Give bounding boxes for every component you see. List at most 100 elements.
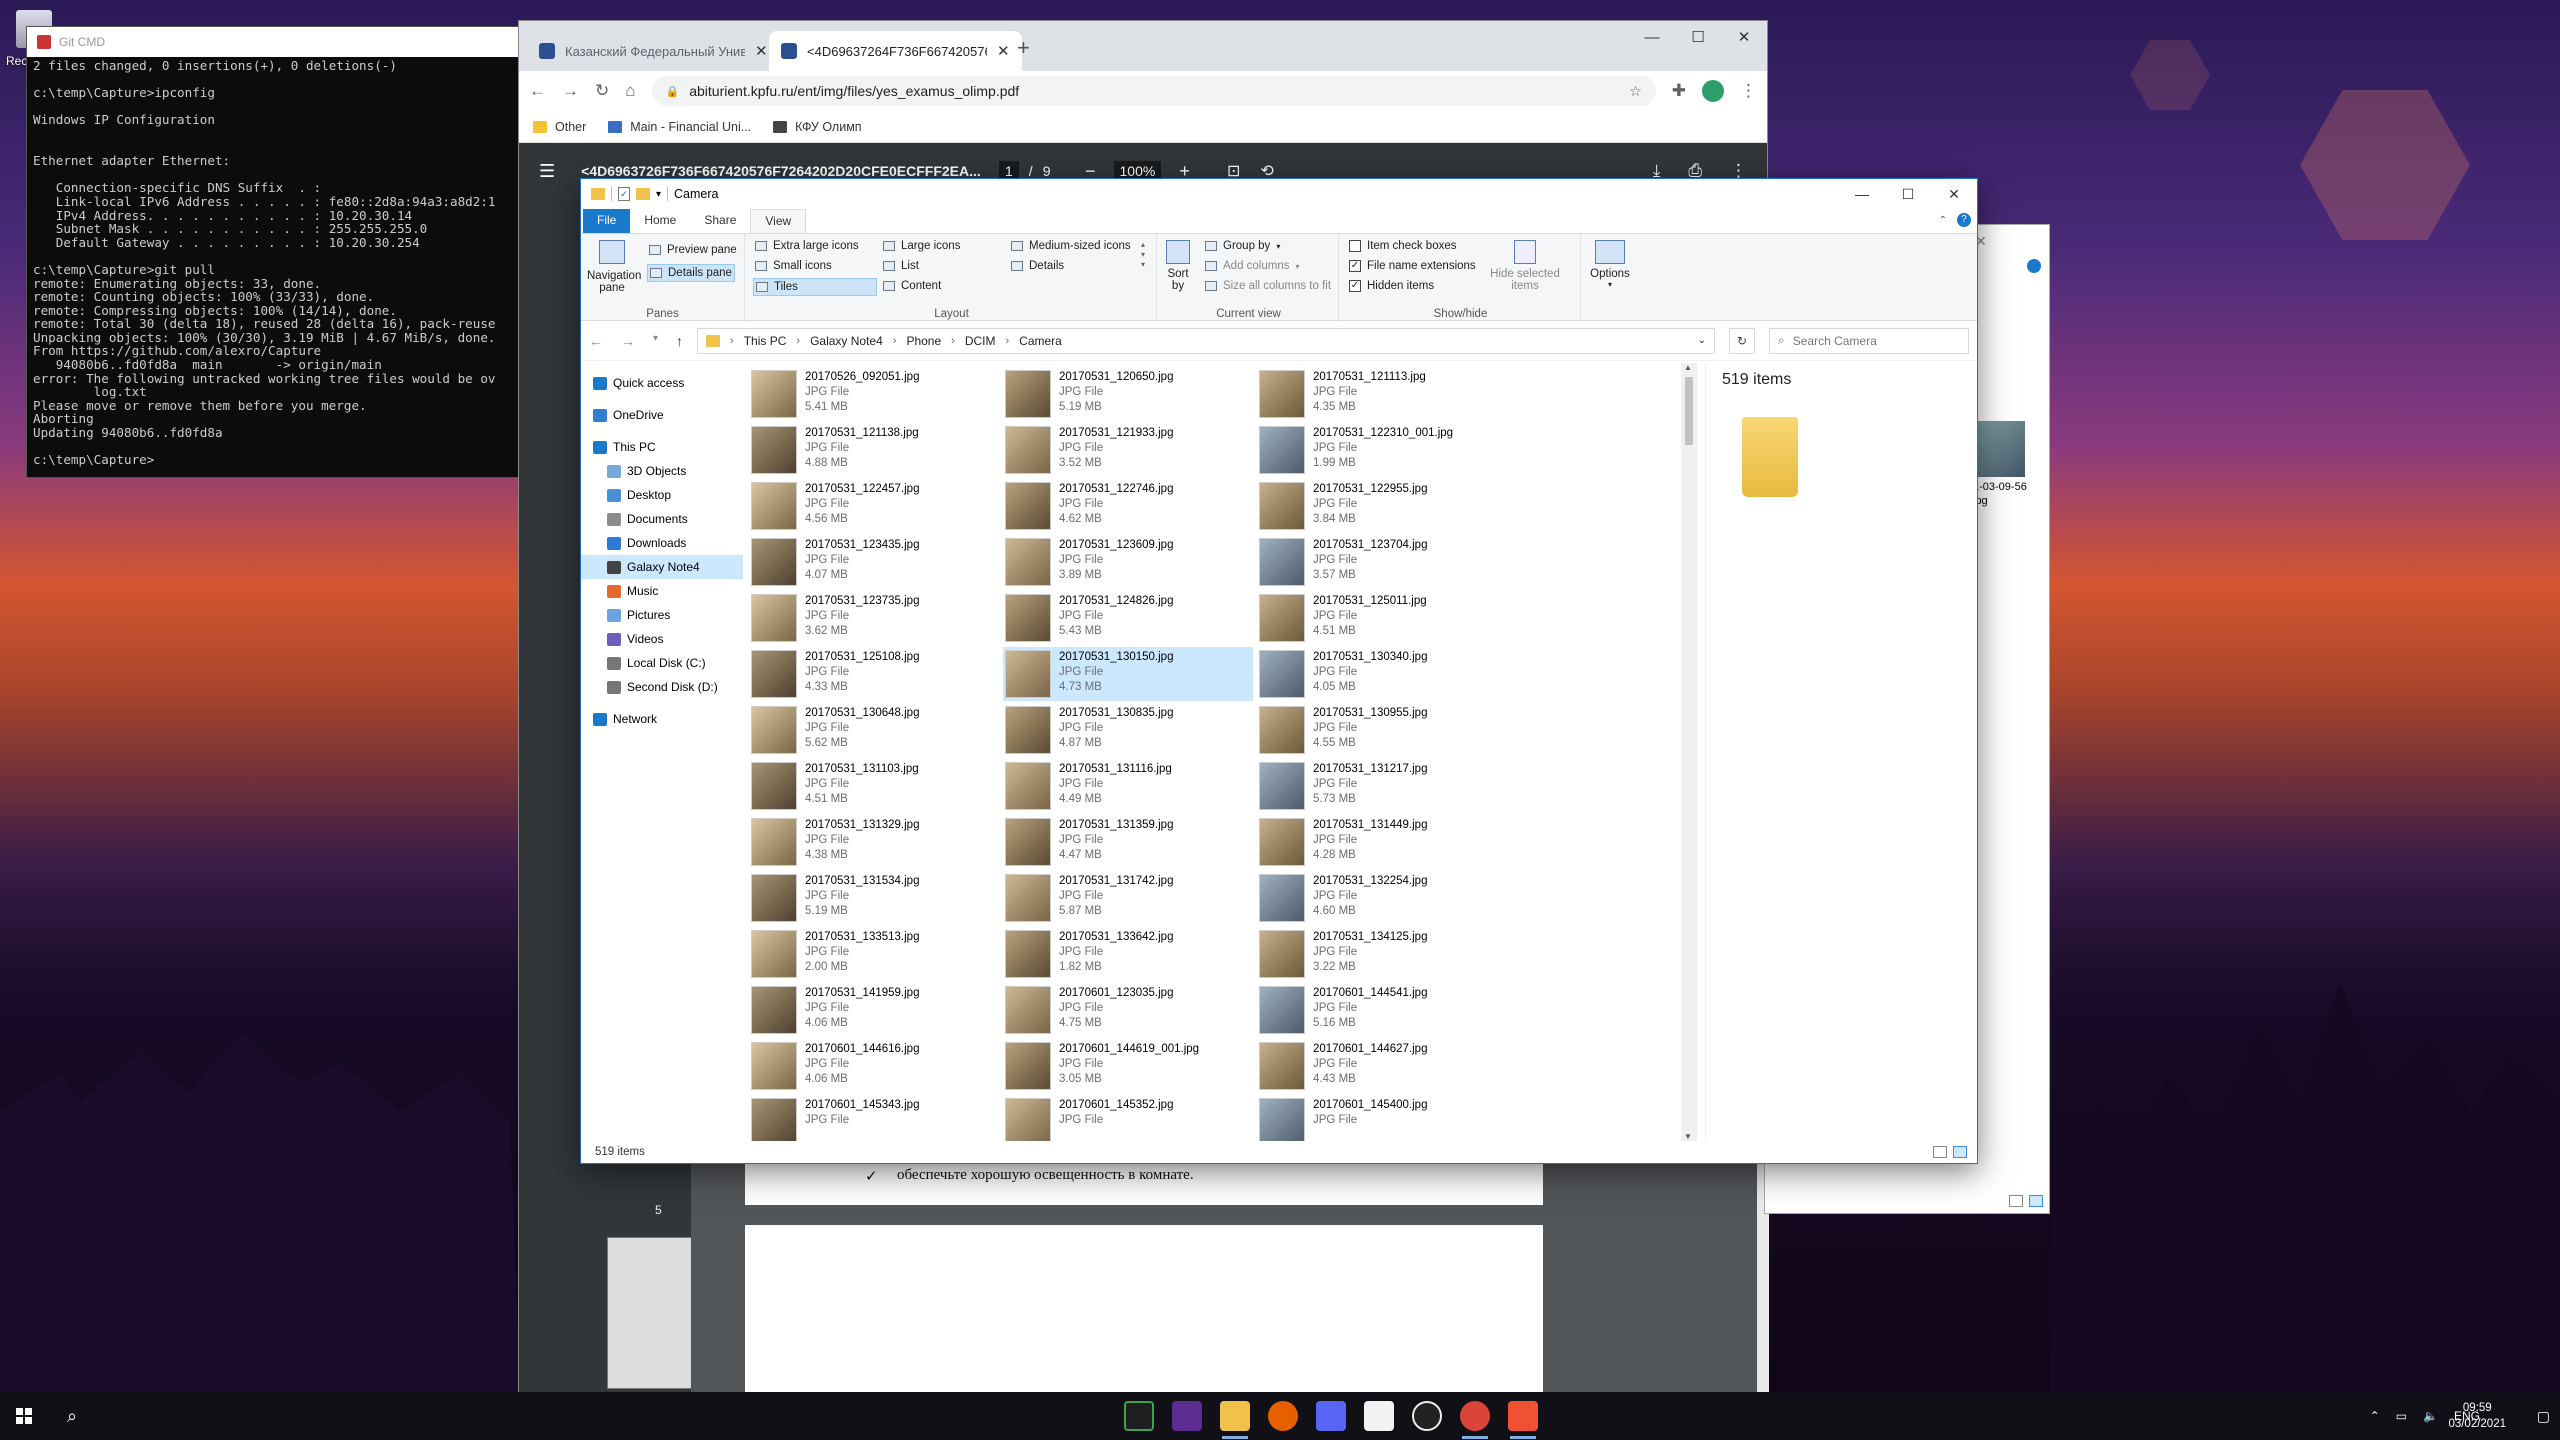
nav-item-second-disk-d[interactable]: Second Disk (D:) — [581, 675, 743, 699]
file-tile[interactable]: 20170531_130955.jpg JPG File 4.55 MB — [1257, 703, 1507, 757]
git-cmd-window[interactable]: Git CMD 2 files changed, 0 insertions(+)… — [26, 26, 546, 478]
file-tile[interactable]: 20170601_144541.jpg JPG File 5.16 MB — [1257, 983, 1507, 1037]
terminal-output[interactable]: 2 files changed, 0 insertions(+), 0 dele… — [27, 57, 545, 469]
scroll-down-icon[interactable]: ▼ — [1684, 1132, 1692, 1141]
file-tile[interactable]: 20170531_125108.jpg JPG File 4.33 MB — [749, 647, 999, 701]
new-tab-button[interactable]: + — [1017, 35, 1030, 61]
breadcrumb-separator[interactable]: › — [893, 335, 897, 347]
search-input[interactable]: ⌕ Search Camera — [1769, 327, 1969, 354]
file-tile[interactable]: 20170601_145400.jpg JPG File — [1257, 1095, 1507, 1141]
hamburger-menu-icon[interactable]: ☰ — [539, 161, 555, 182]
nav-item-documents[interactable]: Documents — [581, 507, 743, 531]
help-icon[interactable] — [2027, 259, 2041, 273]
nav-item-desktop[interactable]: Desktop — [581, 483, 743, 507]
file-tile[interactable]: 20170531_121138.jpg JPG File 4.88 MB — [749, 423, 999, 477]
add-columns-button[interactable]: Add columns ▾ — [1205, 260, 1300, 272]
file-tile[interactable]: 20170531_131742.jpg JPG File 5.87 MB — [1003, 871, 1253, 925]
start-button[interactable] — [0, 1392, 48, 1440]
up-arrow-icon[interactable]: ↑ — [676, 333, 683, 349]
nav-item-quick-access[interactable]: Quick access — [581, 371, 743, 395]
collapse-ribbon-icon[interactable]: ⌃ — [1939, 215, 1947, 226]
checkbox[interactable] — [1349, 240, 1361, 252]
bookmark-kfu-olymp[interactable]: КФУ Олимп — [773, 120, 862, 134]
minimize-button[interactable]: — — [1629, 21, 1675, 53]
tiles-view-icon[interactable] — [1953, 1146, 1967, 1158]
breadcrumb-separator[interactable]: › — [1005, 335, 1009, 347]
checkbox-checked[interactable]: ✓ — [1349, 260, 1361, 272]
properties-icon[interactable]: ✓ — [618, 187, 630, 201]
file-tile[interactable]: 20170531_124826.jpg JPG File 5.43 MB — [1003, 591, 1253, 645]
star-icon[interactable]: ☆ — [1629, 83, 1642, 100]
forward-arrow-icon[interactable]: → — [562, 81, 579, 101]
file-tile[interactable]: 20170531_131217.jpg JPG File 5.73 MB — [1257, 759, 1507, 813]
nav-item-videos[interactable]: Videos — [581, 627, 743, 651]
help-icon[interactable]: ? — [1957, 213, 1971, 227]
maximize-button[interactable]: ☐ — [1885, 179, 1931, 209]
nav-item-onedrive[interactable]: OneDrive — [581, 403, 743, 427]
layout-extra-large-icons[interactable]: Extra large icons — [755, 240, 859, 252]
file-tile[interactable]: 20170531_121113.jpg JPG File 4.35 MB — [1257, 367, 1507, 421]
nav-item-pictures[interactable]: Pictures — [581, 603, 743, 627]
layout-list[interactable]: List — [883, 260, 919, 272]
chrome-icon[interactable] — [1460, 1401, 1490, 1439]
details-pane-button[interactable]: Details pane — [647, 264, 735, 282]
pycharm-icon[interactable] — [1124, 1401, 1154, 1431]
file-tile[interactable]: 20170601_145343.jpg JPG File — [749, 1095, 999, 1141]
file-tile[interactable]: 20170531_134125.jpg JPG File 3.22 MB — [1257, 927, 1507, 981]
nav-item-music[interactable]: Music — [581, 579, 743, 603]
breadcrumb-phone[interactable]: Phone — [906, 334, 941, 348]
minimize-button[interactable]: — — [1839, 179, 1885, 209]
layout-scroll-arrows-icon[interactable]: ▴ ▾ ▾ — [1141, 240, 1145, 270]
clock[interactable]: 09:59 03/02/2021 — [2448, 1400, 2506, 1432]
show-hidden-icons-icon[interactable]: ⌃ — [2370, 1409, 2380, 1423]
close-window-button[interactable]: ✕ — [1931, 179, 1977, 209]
file-list[interactable]: 20170526_092051.jpg JPG File 5.41 MB 201705… — [749, 363, 1735, 1141]
nav-item-galaxy-note4[interactable]: Galaxy Note4 — [581, 555, 743, 579]
nav-item-this-pc[interactable]: This PC — [581, 435, 743, 459]
tab-home[interactable]: Home — [630, 209, 690, 233]
file-tile[interactable]: 20170526_092051.jpg JPG File 5.41 MB — [749, 367, 999, 421]
nav-item-downloads[interactable]: Downloads — [581, 531, 743, 555]
discord-icon[interactable] — [1316, 1401, 1346, 1431]
breadcrumb-galaxy-note4[interactable]: Galaxy Note4 — [810, 334, 883, 348]
preview-pane-button[interactable]: Preview pane — [649, 244, 737, 256]
chrome-tab-pdf[interactable]: <4D69637264F736F667420576F7 ✕ — [769, 31, 1022, 71]
search-button[interactable]: ⌕ — [48, 1392, 96, 1440]
hidden-items-toggle[interactable]: ✓ Hidden items — [1349, 280, 1434, 292]
nav-item-3d-objects[interactable]: 3D Objects — [581, 459, 743, 483]
quick-access-dropdown-icon[interactable]: ▾ — [656, 189, 661, 200]
tiles-view-icon[interactable] — [2029, 1195, 2043, 1207]
file-tile[interactable]: 20170531_122310_001.jpg JPG File 1.99 MB — [1257, 423, 1507, 477]
hide-selected-button[interactable]: Hide selected items — [1487, 240, 1563, 292]
sort-by-button[interactable]: Sort by — [1163, 240, 1193, 292]
chrome-tab-kpfu[interactable]: Казанский Федеральный Униве ✕ — [527, 31, 780, 71]
file-tile[interactable]: 20170531_131103.jpg JPG File 4.51 MB — [749, 759, 999, 813]
file-tile[interactable]: 20170531_131329.jpg JPG File 4.38 MB — [749, 815, 999, 869]
item-check-boxes-toggle[interactable]: Item check boxes — [1349, 240, 1456, 252]
file-tile[interactable]: 20170531_132254.jpg JPG File 4.60 MB — [1257, 871, 1507, 925]
back-arrow-icon[interactable]: ← — [589, 333, 603, 349]
bookmark-other[interactable]: Other — [533, 120, 586, 134]
file-tile[interactable]: 20170531_141959.jpg JPG File 4.06 MB — [749, 983, 999, 1037]
breadcrumb-separator[interactable]: › — [951, 335, 955, 347]
volume-icon[interactable]: 🔈 — [2423, 1409, 2438, 1423]
file-tile[interactable]: 20170531_131449.jpg JPG File 4.28 MB — [1257, 815, 1507, 869]
close-icon[interactable]: ✕ — [755, 42, 768, 60]
tab-share[interactable]: Share — [690, 209, 750, 233]
back-arrow-icon[interactable]: ← — [529, 81, 546, 101]
maximize-button[interactable]: ☐ — [1675, 21, 1721, 53]
file-tile[interactable]: 20170531_133642.jpg JPG File 1.82 MB — [1003, 927, 1253, 981]
breadcrumb-camera[interactable]: Camera — [1019, 334, 1062, 348]
file-tile[interactable]: 20170531_123704.jpg JPG File 3.57 MB — [1257, 535, 1507, 589]
file-tile[interactable]: 20170531_130340.jpg JPG File 4.05 MB — [1257, 647, 1507, 701]
file-tile[interactable]: 20170601_123035.jpg JPG File 4.75 MB — [1003, 983, 1253, 1037]
breadcrumb-separator[interactable]: › — [730, 335, 734, 347]
extensions-icon[interactable]: ✚ — [1672, 81, 1686, 101]
layout-tiles[interactable]: Tiles — [753, 278, 877, 296]
layout-medium-icons[interactable]: Medium-sized icons — [1011, 240, 1131, 252]
details-view-icon[interactable] — [1933, 1146, 1947, 1158]
scrollbar-thumb[interactable] — [1685, 377, 1693, 445]
notification-icon[interactable]: ▢ — [2537, 1408, 2550, 1425]
close-icon[interactable]: ✕ — [997, 42, 1010, 60]
file-tile[interactable]: 20170531_130150.jpg JPG File 4.73 MB — [1003, 647, 1253, 701]
